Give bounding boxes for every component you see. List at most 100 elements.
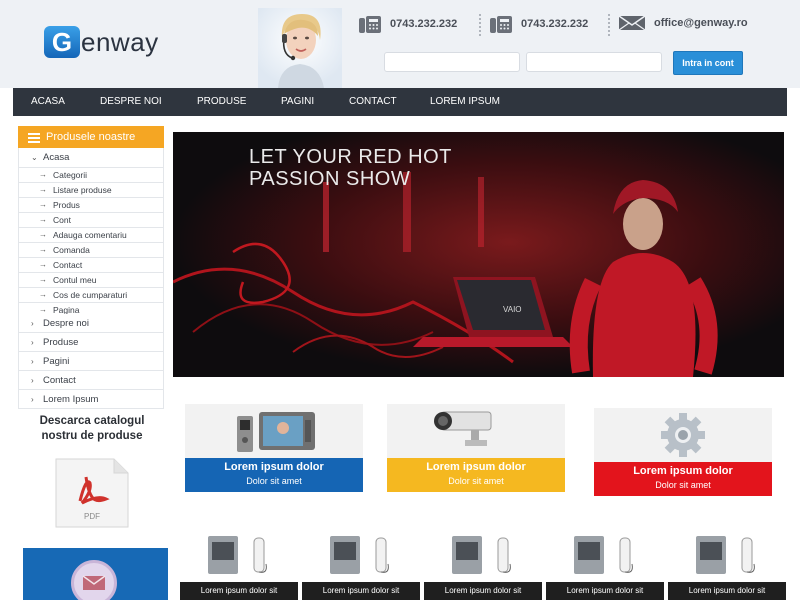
sidebar-item-label: Cont [53, 215, 71, 225]
arrow-right-icon: › [31, 395, 34, 404]
product-label: Lorem ipsum dolor sit [180, 582, 298, 600]
feature-bar: Lorem ipsum dolor Dolor sit amet [185, 458, 363, 492]
sidebar-item-label: Contact [53, 260, 83, 270]
sidebar-subitem-contul-meu[interactable]: → Contul meu [18, 273, 164, 288]
feature-subtitle: Dolor sit amet [448, 476, 504, 486]
product-card[interactable]: Lorem ipsum dolor sit [180, 528, 298, 600]
feature-title: Lorem ipsum dolor [224, 461, 324, 473]
feature-subtitle: Dolor sit amet [246, 476, 302, 486]
catalog-title-line1: Descarca catalogul [39, 415, 145, 427]
hero-banner[interactable]: VAIO LET YOUR RED HOT PASSION SHOW [173, 132, 784, 377]
sidebar-subitem-contact[interactable]: → Contact [18, 258, 164, 273]
newsletter-box[interactable] [23, 548, 168, 600]
laptop-brand: VAIO [503, 305, 522, 314]
sidebar-subitem-adauga-comentariu[interactable]: → Adauga comentariu [18, 228, 164, 243]
sidebar-item-acasa[interactable]: ⌄ Acasa [18, 148, 164, 168]
password-input[interactable] [526, 52, 662, 72]
sidebar-item-label: Contul meu [53, 275, 97, 285]
security-camera-icon [434, 411, 492, 446]
intercom-device-icon [452, 536, 511, 574]
sidebar-item-contact[interactable]: › Contact [18, 371, 164, 390]
intercom-device-icon [574, 536, 633, 574]
feature-title: Lorem ipsum dolor [426, 461, 526, 473]
catalog-title: Descarca catalogul nostru de produse [20, 414, 164, 444]
nav-item-despre-noi[interactable]: DESPRE NOI [100, 88, 162, 116]
feature-box-settings[interactable]: Lorem ipsum dolor Dolor sit amet [594, 408, 772, 496]
sidebar-item-pagini[interactable]: › Pagini [18, 352, 164, 371]
product-card[interactable]: Lorem ipsum dolor sit [668, 528, 786, 600]
nav-item-pagini[interactable]: PAGINI [281, 88, 314, 116]
sidebar-subitem-comanda[interactable]: → Comanda [18, 243, 164, 258]
sidebar-item-label: Produse [43, 337, 79, 348]
chevron-down-icon: ⌄ [31, 153, 38, 162]
product-label: Lorem ipsum dolor sit [668, 582, 786, 600]
username-input[interactable] [384, 52, 520, 72]
arrow-right-icon: › [31, 319, 34, 328]
support-agent-image [258, 8, 342, 88]
nav-item-produse[interactable]: PRODUSE [197, 88, 246, 116]
banner-line1: LET YOUR RED HOT [249, 146, 452, 168]
sidebar-item-label: Listare produse [53, 185, 112, 195]
intercom-device-icon [696, 536, 755, 574]
arrow-right-icon: → [39, 290, 47, 299]
nav-item-lorem-ipsum[interactable]: LOREM IPSUM [430, 88, 500, 116]
envelope-icon [618, 15, 646, 31]
pdf-download-icon[interactable]: PDF [52, 457, 132, 529]
logo[interactable]: G enway [44, 26, 159, 58]
sidebar-item-label: Cos de cumparaturi [53, 290, 128, 300]
sidebar-subitem-cos-de-cumparaturi[interactable]: → Cos de cumparaturi [18, 288, 164, 303]
sidebar-subitem-cont[interactable]: → Cont [18, 213, 164, 228]
banner-line2: PASSION SHOW [249, 168, 411, 190]
main-nav: ACASA DESPRE NOI PRODUSE PAGINI CONTACT … [13, 88, 787, 116]
intercom-device-icon [208, 536, 267, 574]
arrow-right-icon: → [39, 275, 47, 284]
header: G enway 0743.232.232 0743.232.232 office… [0, 0, 800, 88]
phone-contact-2[interactable]: 0743.232.232 [489, 14, 588, 34]
nav-item-contact[interactable]: CONTACT [349, 88, 397, 116]
arrow-right-icon: → [39, 215, 47, 224]
feature-box-camera[interactable]: Lorem ipsum dolor Dolor sit amet [387, 404, 565, 492]
feature-bar: Lorem ipsum dolor Dolor sit amet [594, 462, 772, 496]
phone-icon [490, 16, 512, 33]
menu-icon [28, 133, 40, 145]
phone-number-2: 0743.232.232 [521, 18, 589, 30]
sidebar-item-lorem-ipsum[interactable]: › Lorem Ipsum [18, 390, 164, 409]
feature-bar: Lorem ipsum dolor Dolor sit amet [387, 458, 565, 492]
sidebar-item-label: Comanda [53, 245, 90, 255]
sidebar-item-label: Pagini [43, 356, 70, 367]
arrow-right-icon: › [31, 357, 34, 366]
product-card[interactable]: Lorem ipsum dolor sit [302, 528, 420, 600]
phone-icon [359, 16, 381, 33]
sidebar-item-label: Despre noi [43, 318, 89, 329]
product-label: Lorem ipsum dolor sit [546, 582, 664, 600]
header-separator [479, 14, 481, 36]
sidebar-header[interactable]: Produsele noastre [18, 126, 164, 148]
login-button[interactable]: Intra in cont [673, 51, 743, 75]
sidebar-item-despre-noi[interactable]: › Despre noi [18, 314, 164, 333]
phone-contact-1[interactable]: 0743.232.232 [358, 14, 457, 34]
feature-box-intercom[interactable]: Lorem ipsum dolor Dolor sit amet [185, 404, 363, 492]
email-address: office@genway.ro [654, 17, 748, 29]
sidebar-item-produse[interactable]: › Produse [18, 333, 164, 352]
product-label: Lorem ipsum dolor sit [424, 582, 542, 600]
sidebar-subitem-categorii[interactable]: → Categorii [18, 168, 164, 183]
nav-item-acasa[interactable]: ACASA [31, 88, 65, 116]
product-card[interactable]: Lorem ipsum dolor sit [546, 528, 664, 600]
arrow-right-icon: → [39, 260, 47, 269]
sidebar-subitem-produs[interactable]: → Produs [18, 198, 164, 213]
pdf-label: PDF [84, 512, 100, 521]
arrow-right-icon: › [31, 376, 34, 385]
arrow-right-icon: › [31, 338, 34, 347]
sidebar-item-label: Adauga comentariu [53, 230, 127, 240]
arrow-right-icon: → [39, 245, 47, 254]
email-contact[interactable]: office@genway.ro [618, 14, 748, 32]
feature-subtitle: Dolor sit amet [655, 480, 711, 490]
sidebar-item-label: Acasa [43, 152, 70, 163]
gear-icon [661, 413, 705, 457]
sidebar-item-label: Produs [53, 200, 80, 210]
product-card[interactable]: Lorem ipsum dolor sit [424, 528, 542, 600]
mail-circle [71, 560, 117, 600]
arrow-right-icon: → [39, 170, 47, 179]
sidebar-item-label: Contact [43, 375, 76, 386]
sidebar-subitem-listare-produse[interactable]: → Listare produse [18, 183, 164, 198]
